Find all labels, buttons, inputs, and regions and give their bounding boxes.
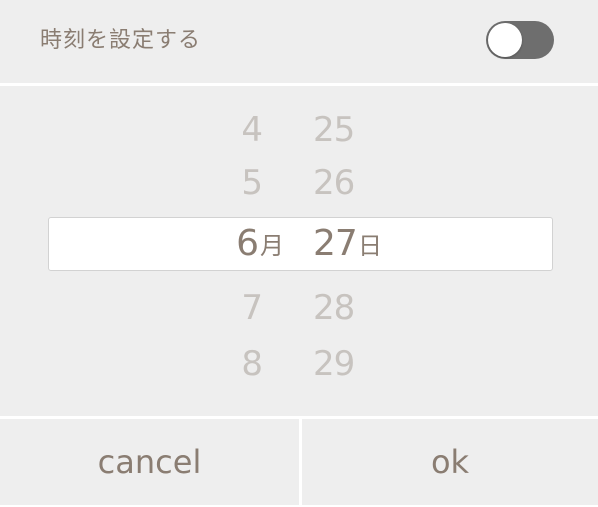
day-option[interactable]: 29: [313, 344, 355, 384]
toggle-knob: [488, 23, 522, 57]
header-title: 時刻を設定する: [40, 28, 202, 53]
day-option[interactable]: 26: [313, 163, 355, 203]
date-wheel-picker[interactable]: 4 5 6 月 7 8 25 26 27 日 28 29: [0, 86, 598, 416]
month-unit-label: 月: [260, 232, 284, 260]
set-time-toggle[interactable]: [486, 21, 554, 59]
day-option[interactable]: 25: [313, 110, 355, 150]
month-selected[interactable]: 6: [218, 224, 259, 264]
month-option[interactable]: 7: [222, 288, 263, 328]
month-option[interactable]: 5: [222, 163, 263, 203]
date-picker-dialog: 時刻を設定する 4 5 6 月 7 8 25 26 27 日 28 29 can…: [0, 0, 598, 507]
month-option[interactable]: 8: [222, 344, 263, 384]
ok-button[interactable]: ok: [302, 419, 598, 505]
dialog-header: 時刻を設定する: [0, 0, 598, 83]
cancel-button[interactable]: cancel: [0, 419, 299, 505]
month-option[interactable]: 4: [222, 110, 263, 150]
day-option[interactable]: 28: [313, 288, 355, 328]
day-unit-label: 日: [358, 232, 382, 260]
day-selected[interactable]: 27: [313, 224, 358, 264]
selection-highlight: [48, 217, 553, 271]
